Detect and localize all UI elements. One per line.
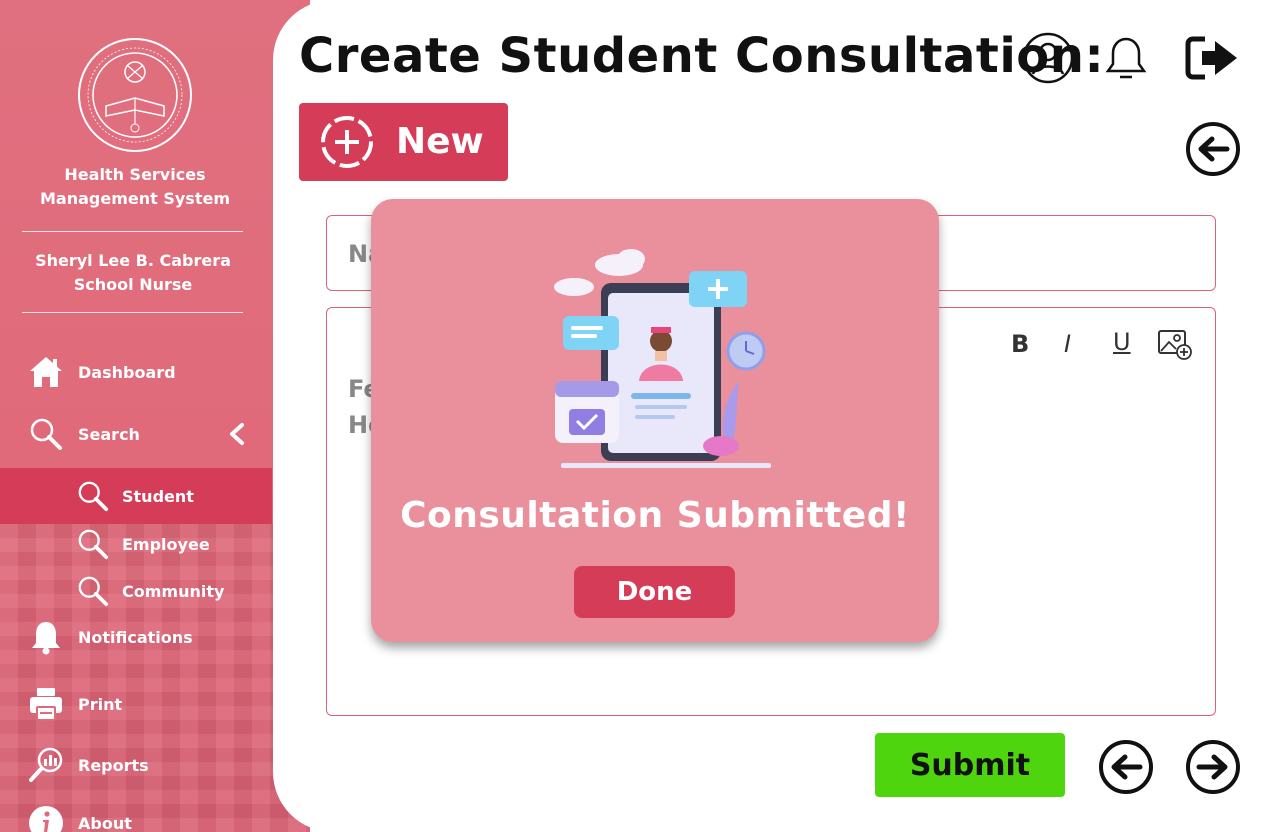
sidebar-item-employee[interactable]: Employee — [0, 519, 272, 569]
sidebar-item-search[interactable]: Search — [0, 409, 272, 459]
bell-icon — [32, 622, 60, 655]
search-icon — [78, 529, 109, 560]
sidebar-item-about[interactable]: About — [0, 798, 272, 832]
university-seal-logo — [78, 38, 192, 152]
sidebar-item-label: Search — [78, 424, 140, 444]
sidebar-item-dashboard[interactable]: Dashboard — [0, 347, 272, 397]
user-role: School Nurse — [73, 275, 193, 294]
back-arrow-button[interactable] — [1185, 121, 1241, 177]
done-button[interactable]: Done — [574, 566, 735, 618]
sidebar-item-label: Employee — [122, 534, 210, 554]
divider — [22, 231, 243, 232]
user-info: Sheryl Lee B. Cabrera School Nurse — [0, 249, 266, 297]
insert-image-icon[interactable] — [1157, 329, 1193, 361]
sidebar-item-label: About — [78, 813, 132, 832]
italic-button[interactable]: I — [1064, 330, 1071, 358]
user-name: Sheryl Lee B. Cabrera — [35, 251, 231, 270]
sidebar: Health Services Management System Sheryl… — [0, 0, 310, 832]
printer-icon — [30, 688, 62, 721]
search-icon — [78, 481, 109, 512]
search-icon — [30, 418, 62, 450]
search-icon — [78, 576, 109, 607]
page-title: Create Student Consultation: — [299, 28, 1105, 84]
submission-success-modal: Consultation Submitted! Done — [371, 199, 939, 642]
sidebar-item-notifications[interactable]: Notifications — [0, 612, 272, 662]
next-arrow-button[interactable] — [1185, 739, 1241, 795]
nurse-tablet-illustration — [554, 249, 771, 468]
logout-icon[interactable] — [1185, 31, 1239, 85]
sidebar-item-label: Notifications — [78, 627, 193, 647]
system-title: Health Services Management System — [0, 163, 270, 211]
home-icon — [30, 357, 62, 387]
info-icon — [29, 806, 63, 832]
sidebar-item-label: Print — [78, 694, 123, 714]
reports-icon — [29, 747, 63, 782]
divider — [22, 312, 243, 313]
new-button[interactable]: New — [299, 103, 508, 181]
sidebar-item-reports[interactable]: Reports — [0, 740, 272, 790]
underline-button[interactable]: U — [1113, 328, 1131, 356]
submit-button[interactable]: Submit — [875, 733, 1065, 797]
bold-button[interactable]: B — [1011, 330, 1029, 358]
sidebar-item-label: Dashboard — [78, 362, 176, 382]
user-profile-icon[interactable] — [1021, 31, 1075, 85]
sidebar-item-print[interactable]: Print — [0, 679, 272, 729]
sidebar-item-label: Reports — [78, 755, 149, 775]
new-button-label: New — [396, 121, 484, 162]
system-title-text: Health Services Management System — [40, 165, 230, 208]
sidebar-item-student[interactable]: Student — [0, 468, 272, 524]
sidebar-item-label: Community — [122, 581, 225, 601]
modal-title: Consultation Submitted! — [400, 495, 910, 536]
previous-arrow-button[interactable] — [1098, 739, 1154, 795]
bell-icon[interactable] — [1099, 31, 1153, 85]
sidebar-item-community[interactable]: Community — [0, 566, 272, 616]
chevron-left-icon[interactable] — [228, 422, 246, 446]
sidebar-item-label: Student — [122, 486, 194, 506]
add-circle-icon — [321, 116, 373, 168]
